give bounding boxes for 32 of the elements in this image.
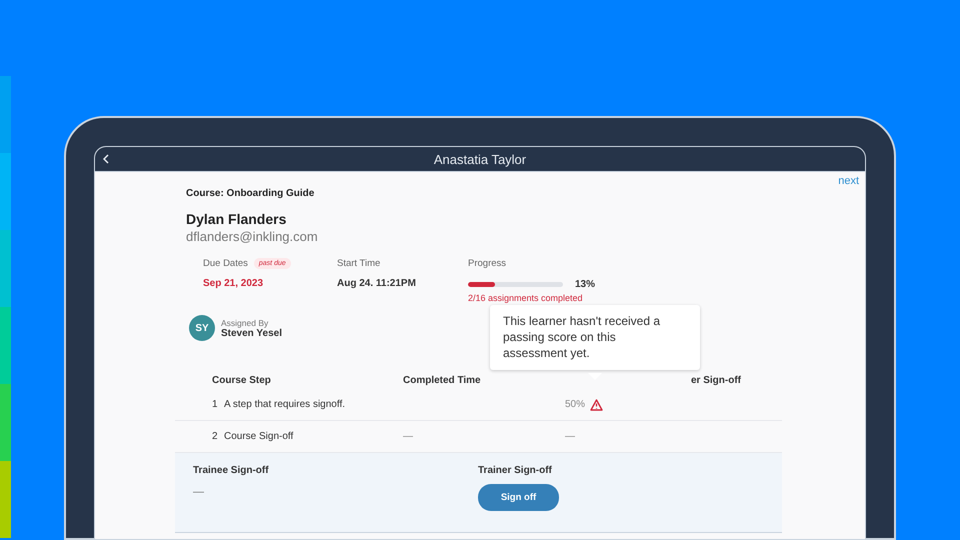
progress-label: Progress	[468, 258, 506, 269]
sign-off-button[interactable]: Sign off	[478, 484, 559, 511]
learner-name: Dylan Flanders	[186, 211, 288, 227]
trainer-signoff-label: Trainer Sign-off	[478, 465, 552, 476]
next-link[interactable]: next	[838, 175, 859, 187]
tooltip-pointer	[588, 373, 602, 380]
learner-email: dflanders@inkling.com	[186, 229, 319, 244]
avatar: SY	[189, 315, 215, 341]
score: 50%	[565, 399, 586, 410]
window-title: Anastatia Taylor	[432, 152, 528, 166]
back-icon[interactable]	[103, 154, 109, 164]
start-time: Aug 24. 11:21PM	[337, 278, 416, 289]
completed-time: —	[403, 431, 413, 442]
step-number: 1	[212, 399, 219, 410]
tooltip: This learner hasn't received a passing score on this assessment yet.	[490, 305, 700, 370]
start-time-label: Start Time	[337, 258, 380, 269]
column-header: Course Step	[212, 374, 272, 386]
progress-summary: 2/16 assignments completed	[468, 293, 583, 303]
column-header: er Sign-off	[690, 374, 742, 386]
score: —	[565, 431, 575, 442]
step-name: A step that requires signoff.	[224, 399, 346, 410]
assigned-by-label: Assigned By	[221, 318, 270, 328]
due-dates-label: Due Dates	[203, 258, 248, 269]
trainee-signoff-label: Trainee Sign-off	[193, 465, 269, 476]
step-name: Course Sign-off	[224, 431, 294, 442]
trainee-signoff-value: —	[193, 486, 204, 498]
due-date: Sep 21, 2023	[203, 278, 264, 289]
column-header: Completed Time	[403, 374, 482, 386]
assigner-name: Steven Yesel	[221, 328, 282, 338]
course-title: Course: Onboarding Guide	[186, 188, 316, 199]
step-number: 2	[212, 431, 219, 442]
progress-percent: 13%	[575, 278, 596, 290]
